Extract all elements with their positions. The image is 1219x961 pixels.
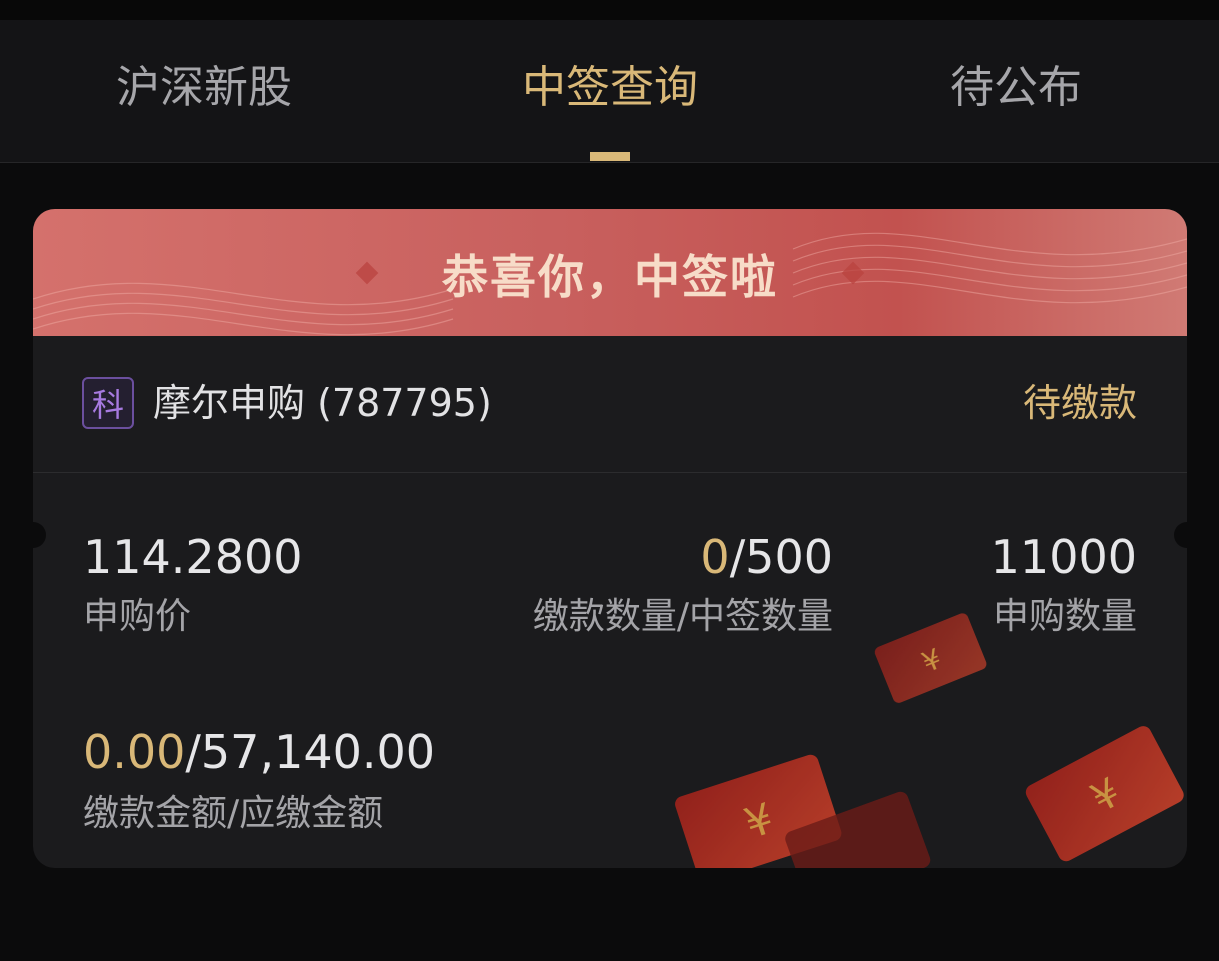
paid-won-quantity-label: 缴款数量/中签数量 [532,596,833,637]
paid-quantity: 0 [700,530,730,584]
stock-row[interactable]: 科 摩尔申购 (787795) 待缴款 [33,336,1187,473]
active-tab-indicator [590,152,630,161]
payment-amount-value: 0.00/57,140.00 [83,724,435,780]
status-strip [0,0,1219,20]
card-notch-left [33,522,46,548]
subscribe-quantity-value: 11000 [990,530,1137,584]
due-amount: /57,140.00 [185,725,436,779]
tab-lottery-query[interactable]: 中签查询 [450,58,770,118]
tab-bar: 沪深新股 中签查询 待公布 [0,20,1219,163]
paid-won-quantity-value: 0/500 [700,529,833,585]
stock-name: 摩尔申购 (787795) [153,381,492,425]
subscription-price-label: 申购价 [83,596,192,637]
card-notch-right [1174,522,1187,548]
won-quantity: /500 [729,530,833,584]
tab-new-stocks[interactable]: 沪深新股 [44,58,364,118]
congrats-banner: 恭喜你，中签啦 [33,209,1187,336]
result-card[interactable]: 恭喜你，中签啦 科 摩尔申购 (787795) 待缴款 ¥ ¥ ¥ 114.28… [33,209,1187,868]
board-badge: 科 [82,377,134,429]
tab-pending[interactable]: 待公布 [856,58,1176,118]
subscription-price-value: 114.2800 [83,530,303,584]
subscribe-quantity-label: 申购数量 [992,596,1137,637]
paid-amount: 0.00 [83,725,186,779]
congrats-title: 恭喜你，中签啦 [442,250,778,304]
payment-status[interactable]: 待缴款 [1023,378,1137,428]
payment-amount-label: 缴款金额/应缴金额 [83,793,384,834]
